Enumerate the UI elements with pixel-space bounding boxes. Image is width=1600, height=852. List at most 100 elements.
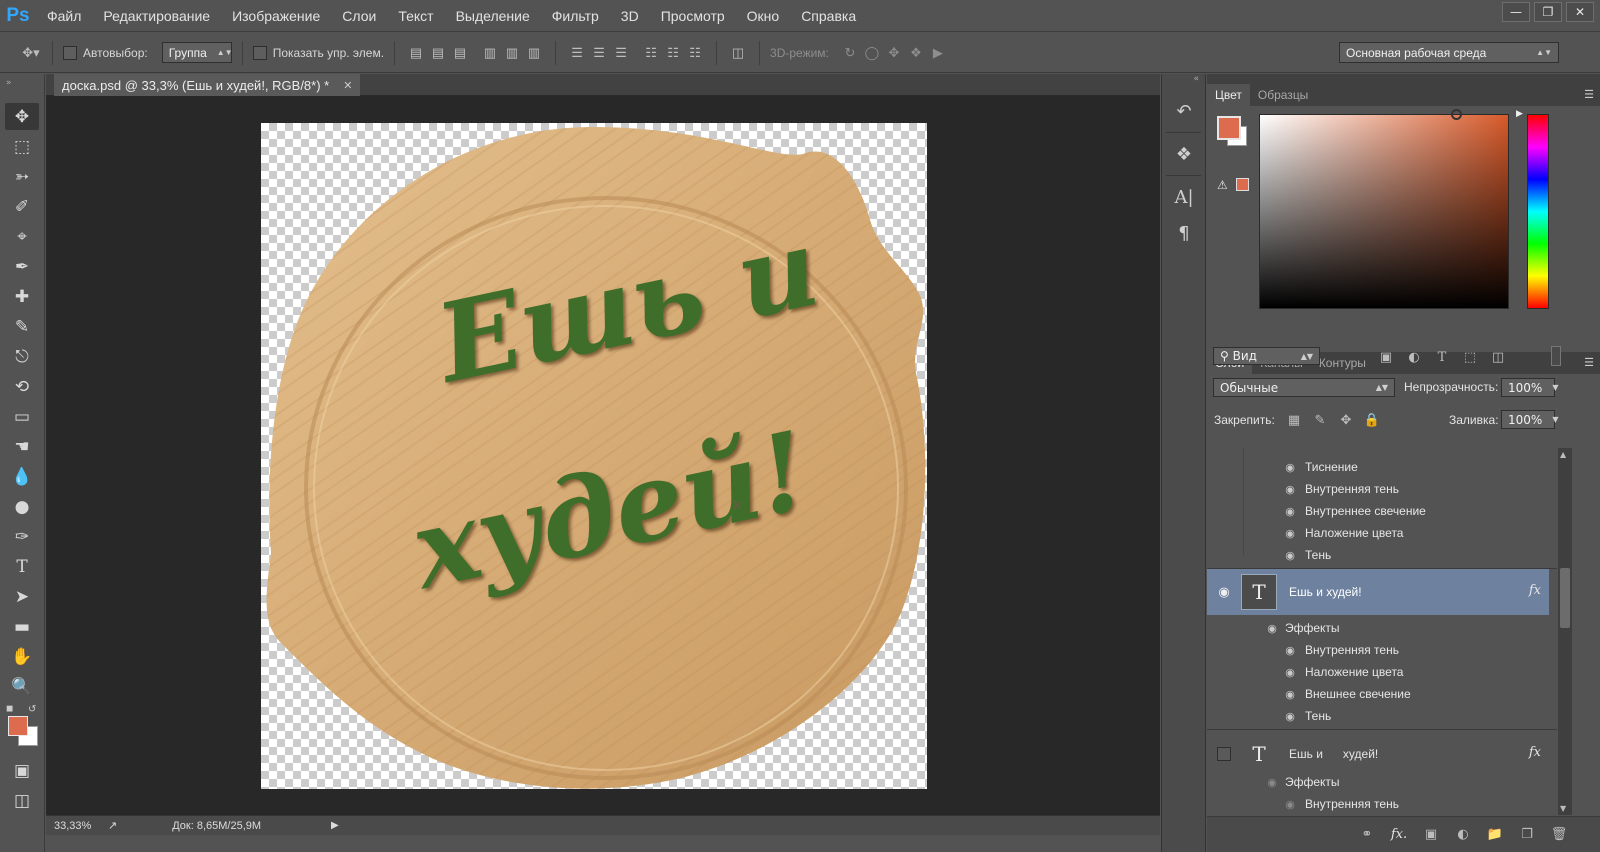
hand-tool-icon[interactable]: ✋ [5, 643, 39, 670]
layers-list[interactable]: ◉ Тиснение ◉ Внутренняя тень ◉ Внутреннее с… [1207, 448, 1557, 815]
effects-header-row[interactable]: ◉ Эффекты [1207, 617, 1557, 639]
add-style-icon[interactable]: fx. [1388, 824, 1410, 846]
menu-image[interactable]: Изображение [221, 0, 331, 32]
scrollbar-thumb[interactable] [1560, 568, 1570, 628]
history-brush-tool-icon[interactable]: ⟲ [5, 373, 39, 400]
quick-mask-icon[interactable]: ▣ [5, 757, 39, 784]
panel-menu-icon[interactable]: ☰ [1584, 356, 1594, 369]
zoom-level[interactable]: 33,33% [54, 820, 102, 832]
eye-icon[interactable]: ◉ [1265, 776, 1279, 789]
scroll-up-icon[interactable]: ▲ [1560, 450, 1566, 459]
filter-pixel-icon[interactable]: ▣ [1375, 346, 1397, 368]
align-left-icon[interactable]: ▥ [479, 42, 501, 64]
screen-mode-icon[interactable]: ◫ [5, 787, 39, 814]
tab-color[interactable]: Цвет [1207, 84, 1250, 106]
show-controls-checkbox[interactable] [252, 45, 267, 60]
3d-slide-icon[interactable]: ❖ [905, 42, 927, 64]
rectangle-tool-icon[interactable]: ▬ [5, 613, 39, 640]
autoselect-dropdown[interactable]: Группа ▲▼ [161, 42, 233, 63]
filter-shape-icon[interactable]: ⬚ [1459, 346, 1481, 368]
move-tool-icon[interactable]: ✥ [5, 103, 39, 130]
blend-mode-dropdown[interactable]: Обычные ▲▼ [1213, 378, 1395, 397]
layer-name[interactable]: Ешь и худей! [1289, 585, 1362, 599]
effects-header-row[interactable]: ◉ Эффекты [1207, 771, 1557, 793]
close-icon[interactable]: ✕ [1566, 2, 1594, 22]
distribute-hcenter-icon[interactable]: ☷ [662, 42, 684, 64]
eye-icon[interactable]: ◉ [1283, 549, 1297, 562]
eye-icon[interactable]: ◉ [1283, 483, 1297, 496]
collapse-arrows-icon[interactable]: » [0, 74, 44, 100]
crop-tool-icon[interactable]: ⌖ [5, 223, 39, 250]
move-tool-preset-icon[interactable]: ✥▾ [20, 42, 42, 64]
foreground-color-swatch[interactable] [8, 716, 28, 736]
3d-scale-icon[interactable]: ▶ [927, 42, 949, 64]
menu-window[interactable]: Окно [736, 0, 791, 32]
layer-effect-row[interactable]: ◉ Внешнее свечение [1207, 683, 1557, 705]
menu-edit[interactable]: Редактирование [92, 0, 221, 32]
character-panel-icon[interactable]: A| [1169, 182, 1199, 212]
layer-effect-row[interactable]: ◉ Тиснение [1207, 456, 1557, 478]
panel-menu-icon[interactable]: ☰ [1584, 88, 1594, 101]
layers-scrollbar[interactable]: ▲ ▼ [1558, 448, 1572, 815]
layer-effect-row[interactable]: ◉ Внутреннее свечение [1207, 500, 1557, 522]
color-field[interactable] [1259, 114, 1509, 309]
default-colors-icon[interactable]: ◼ [6, 704, 13, 714]
autoselect-checkbox[interactable] [63, 45, 77, 60]
hue-slider-handle-icon[interactable]: ▶ [1516, 109, 1523, 119]
dodge-tool-icon[interactable]: ● [5, 493, 39, 520]
canvas-area[interactable]: Ешь и худей! ✕ [46, 96, 1160, 815]
delete-layer-icon[interactable]: 🗑 [1548, 824, 1570, 846]
eye-icon[interactable]: ◉ [1283, 644, 1297, 657]
eye-icon[interactable]: ◉ [1283, 505, 1297, 518]
distribute-top-icon[interactable]: ☰ [566, 42, 588, 64]
filter-adjustment-icon[interactable]: ◐ [1403, 346, 1425, 368]
lock-position-icon[interactable]: ✥ [1335, 409, 1357, 431]
3d-pan-icon[interactable]: ✥ [883, 42, 905, 64]
fx-badge[interactable]: fx [1529, 583, 1541, 598]
align-top-icon[interactable]: ▤ [405, 42, 427, 64]
status-menu-arrow-icon[interactable]: ▶ [331, 820, 339, 831]
align-right-icon[interactable]: ▥ [523, 42, 545, 64]
eye-icon[interactable]: ◉ [1283, 688, 1297, 701]
tab-swatches[interactable]: Образцы [1250, 84, 1316, 106]
layer-filter-dropdown[interactable]: ⚲ Вид ▲▼ [1213, 347, 1320, 365]
eye-icon[interactable]: ◉ [1283, 710, 1297, 723]
scroll-down-icon[interactable]: ▼ [1560, 804, 1566, 813]
menu-help[interactable]: Справка [790, 0, 867, 32]
hue-slider[interactable] [1527, 114, 1549, 309]
color-picker-marker[interactable] [1451, 109, 1462, 120]
eyedropper-tool-icon[interactable]: ✒ [5, 253, 39, 280]
lock-image-icon[interactable]: ✎ [1309, 409, 1331, 431]
pen-tool-icon[interactable]: ✑ [5, 523, 39, 550]
menu-layers[interactable]: Слои [331, 0, 387, 32]
swap-colors-icon[interactable]: ↺ [28, 704, 36, 715]
layer-name[interactable]: Ешь и худей! [1289, 747, 1378, 761]
blend-mode-box[interactable]: Обычные ▲▼ [1213, 378, 1395, 397]
menu-type[interactable]: Текст [387, 0, 444, 32]
fx-badge[interactable]: fx [1529, 745, 1541, 760]
gamut-color-chip[interactable] [1236, 178, 1249, 191]
layer-effect-row[interactable]: ◉ Внутренняя тень [1207, 793, 1557, 815]
fill-field[interactable]: 100% ▼ [1501, 410, 1558, 429]
minimize-icon[interactable]: — [1502, 2, 1530, 22]
eye-icon[interactable]: ◉ [1265, 622, 1279, 635]
hidden-visibility-box[interactable] [1217, 747, 1231, 761]
history-panel-icon[interactable]: ↶ [1169, 96, 1199, 126]
layer-effect-row[interactable]: ◉ Наложение цвета [1207, 522, 1557, 544]
eye-icon[interactable]: ◉ [1207, 585, 1241, 600]
lock-all-icon[interactable]: 🔒 [1361, 409, 1383, 431]
collapse-arrows-icon[interactable]: « [1162, 74, 1205, 90]
filter-toggle-switch[interactable] [1551, 346, 1561, 366]
export-icon[interactable]: ↗ [108, 819, 117, 832]
eraser-tool-icon[interactable]: ▭ [5, 403, 39, 430]
distribute-left-icon[interactable]: ☷ [640, 42, 662, 64]
filter-smart-object-icon[interactable]: ◫ [1487, 346, 1509, 368]
align-vcenter-icon[interactable]: ▤ [427, 42, 449, 64]
distribute-bottom-icon[interactable]: ☰ [610, 42, 632, 64]
quick-selection-tool-icon[interactable]: ✐ [5, 193, 39, 220]
new-group-icon[interactable]: 📁 [1484, 824, 1506, 846]
new-layer-icon[interactable]: ❐ [1516, 824, 1538, 846]
layer-effect-row[interactable]: ◉ Внутренняя тень [1207, 639, 1557, 661]
link-layers-icon[interactable]: ⚭ [1356, 824, 1378, 846]
add-mask-icon[interactable]: ▣ [1420, 824, 1442, 846]
